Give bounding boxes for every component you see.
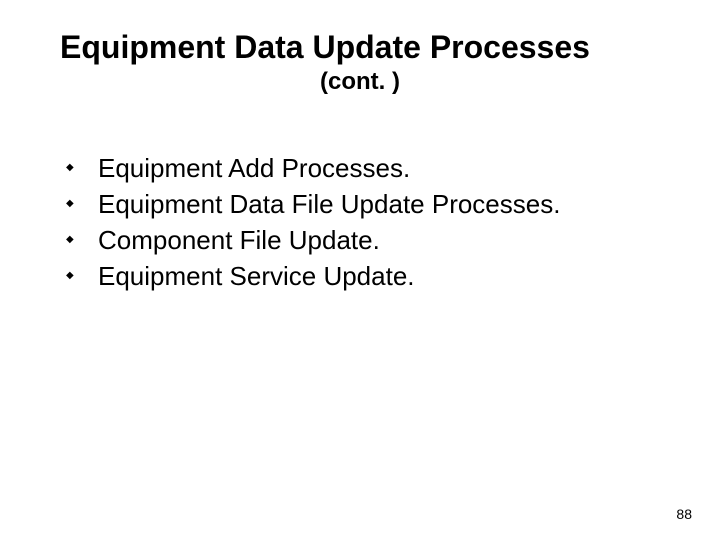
list-item: Equipment Data File Update Processes.: [60, 187, 680, 223]
slide-subtitle: (cont. ): [40, 68, 680, 96]
bullet-list: Equipment Add Processes. Equipment Data …: [40, 151, 680, 295]
list-item: Component File Update.: [60, 223, 680, 259]
list-item: Equipment Service Update.: [60, 259, 680, 295]
slide-title: Equipment Data Update Processes: [60, 28, 680, 66]
list-item: Equipment Add Processes.: [60, 151, 680, 187]
page-number: 88: [676, 506, 692, 522]
